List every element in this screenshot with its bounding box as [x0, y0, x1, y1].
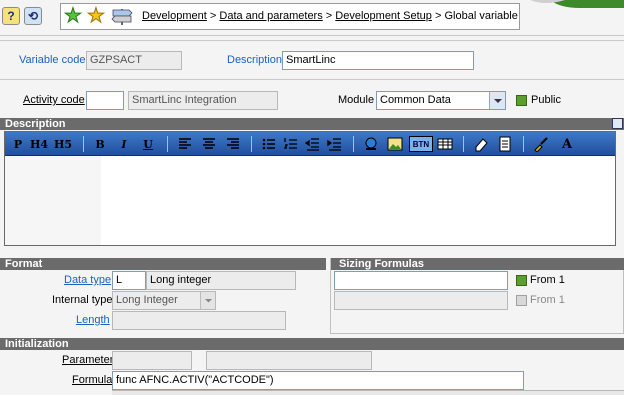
sizing-formula-2-field[interactable]	[334, 291, 508, 310]
module-dropdown-button[interactable]	[489, 92, 505, 109]
add-favorite-star-icon[interactable]: ★	[64, 6, 83, 27]
eraser-icon[interactable]	[473, 136, 489, 152]
from1b-checkbox[interactable]	[516, 295, 527, 306]
module-label: Module	[338, 94, 375, 106]
description-field[interactable]: SmartLinc	[282, 51, 474, 70]
divider	[0, 79, 624, 80]
paragraph-button[interactable]: P	[11, 136, 25, 152]
numbered-list-icon[interactable]	[283, 136, 299, 152]
italic-button[interactable]: I	[117, 136, 131, 152]
length-label[interactable]: Length	[76, 314, 110, 326]
parameter-label[interactable]: Parameter	[62, 354, 113, 366]
description-section-title: Description	[5, 118, 66, 130]
initialization-section-header: Initialization	[0, 338, 624, 350]
chevron-down-icon	[205, 299, 212, 303]
breadcrumb-data-and-parameters[interactable]: Data and parameters	[219, 10, 322, 22]
indent-icon[interactable]	[327, 136, 343, 152]
activity-code-field[interactable]	[86, 91, 124, 110]
link-icon[interactable]	[363, 136, 379, 152]
brand-decoration	[520, 0, 624, 8]
align-right-icon[interactable]	[225, 136, 241, 152]
image-icon[interactable]	[387, 136, 403, 152]
activity-description-field: SmartLinc Integration	[128, 91, 278, 110]
variable-code-label: Variable code	[19, 54, 86, 66]
description-label: Description	[227, 54, 283, 66]
favorites-star-icon[interactable]: ★	[87, 6, 106, 27]
module-select-value: Common Data	[380, 94, 451, 106]
chevron-down-icon	[494, 99, 502, 103]
brush-icon[interactable]	[533, 136, 549, 152]
maximize-icon[interactable]	[612, 118, 623, 129]
sizing-formulas-header: Sizing Formulas	[331, 258, 624, 270]
table-icon[interactable]	[437, 136, 453, 152]
internal-type-label: Internal type	[52, 294, 113, 306]
h4-button[interactable]: H4	[29, 136, 49, 152]
from1b-label: From 1	[530, 294, 565, 306]
signpost-icon[interactable]	[110, 7, 134, 25]
format-section-header: Format	[0, 258, 326, 270]
internal-type-value: Long Integer	[116, 294, 178, 306]
description-editor[interactable]: P H4 H5 B I U BTN A	[4, 131, 616, 246]
editor-gutter	[5, 156, 101, 245]
divider	[0, 40, 624, 41]
bold-button[interactable]: B	[93, 136, 107, 152]
from1-label: From 1	[530, 274, 565, 286]
parameter-description-field	[206, 351, 372, 370]
bullet-list-icon[interactable]	[261, 136, 277, 152]
sizing-formulas-title: Sizing Formulas	[339, 258, 424, 270]
parameter-field[interactable]	[112, 351, 192, 370]
data-type-label[interactable]: Data type	[64, 274, 111, 286]
from1-checkbox[interactable]	[516, 275, 527, 286]
format-section-title: Format	[5, 258, 43, 270]
breadcrumb-current: Global variable	[444, 10, 518, 22]
editor-content-area[interactable]	[101, 156, 615, 245]
data-type-code-field[interactable]: L	[112, 271, 146, 290]
breadcrumb-development[interactable]: Development	[142, 10, 207, 22]
internal-type-dropdown-button[interactable]	[200, 292, 215, 309]
formula-label[interactable]: Formula	[72, 374, 112, 386]
source-document-icon[interactable]	[497, 136, 513, 152]
public-label: Public	[531, 94, 561, 106]
h5-button[interactable]: H5	[53, 136, 73, 152]
button-insert-button[interactable]: BTN	[409, 136, 433, 152]
next-field-partial	[112, 390, 624, 395]
activity-code-label[interactable]: Activity code	[23, 94, 85, 106]
outdent-icon[interactable]	[305, 136, 321, 152]
align-center-icon[interactable]	[201, 136, 217, 152]
editor-toolbar: P H4 H5 B I U BTN A	[5, 132, 615, 156]
data-type-description-field: Long integer	[146, 271, 296, 290]
breadcrumb: Development > Data and parameters > Deve…	[142, 10, 518, 22]
length-field[interactable]	[112, 311, 286, 330]
initialization-section-title: Initialization	[5, 338, 69, 350]
public-checkbox[interactable]	[516, 95, 527, 106]
sizing-formula-1-field[interactable]	[334, 271, 508, 290]
history-icon[interactable]: ⟲	[24, 7, 42, 25]
align-left-icon[interactable]	[177, 136, 193, 152]
font-color-button[interactable]: A	[559, 136, 575, 152]
description-section-header: Description	[0, 118, 624, 130]
breadcrumb-development-setup[interactable]: Development Setup	[335, 10, 432, 22]
module-select[interactable]: Common Data	[376, 91, 506, 110]
variable-code-field[interactable]: GZPSACT	[86, 51, 182, 70]
formula-field[interactable]: func AFNC.ACTIV("ACTCODE")	[112, 371, 524, 390]
underline-button[interactable]: U	[141, 136, 155, 152]
help-icon[interactable]: ?	[2, 7, 20, 25]
